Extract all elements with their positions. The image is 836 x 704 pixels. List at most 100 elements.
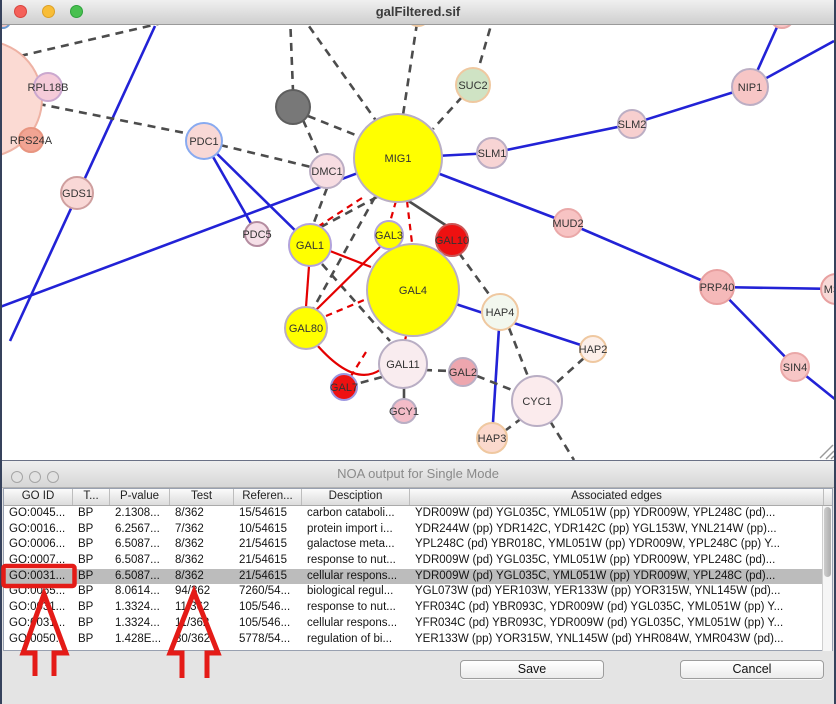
node-label: GCY1 [389,406,419,418]
table-row[interactable]: GO:0050...BP1.428E...80/3625778/54...reg… [4,632,832,648]
node-label: GAL3 [375,230,403,242]
node-label: SUC2 [458,80,487,92]
table-cell: 15/54615 [234,506,302,522]
table-cell: YFR034C (pd) YBR093C, YDR009W (pd) YGL03… [410,616,824,632]
table-cell: 94/362 [170,584,234,600]
node-label: RPS24A [10,135,53,147]
node-label: GAL10 [435,235,469,247]
node-label: GAL1 [296,240,324,252]
resize-grip-icon[interactable] [820,445,834,459]
table-cell: 8/362 [170,537,234,553]
table-cell: GO:0006... [4,537,73,553]
table-cell: galactose meta... [302,537,410,553]
table-cell: 21/54615 [234,537,302,553]
node-partial-pink-top[interactable] [770,25,794,28]
table-cell: BP [73,569,110,585]
node-label: PDC5 [242,229,271,241]
table-row[interactable]: GO:0031...BP1.3324...11/362105/546...cel… [4,616,832,632]
graph-edge [220,145,311,167]
node-label: SIN4 [783,362,807,374]
table-cell: protein import i... [302,522,410,538]
table-header-row: GO IDT...P-valueTestReferen...Desciption… [4,489,832,506]
table-cell: 6.5087... [110,537,170,553]
noa-window-titlebar[interactable]: NOA output for Single Mode [2,461,834,488]
node-label: HAP4 [486,307,515,319]
table-row[interactable]: GO:0031...BP1.3324...11/362105/546...res… [4,600,832,616]
table-cell: BP [73,616,110,632]
node-label: SLM2 [618,119,647,131]
table-cell: YFR034C (pd) YBR093C, YDR009W (pd) YGL03… [410,600,824,616]
table-row[interactable]: GO:0006...BP6.5087...8/36221/54615galact… [4,537,832,553]
node-partial-left-blue[interactable] [2,25,10,28]
table-body: GO:0045...BP2.1308...8/36215/54615carbon… [4,506,832,651]
table-cell: 10/54615 [234,522,302,538]
node-label: NIP1 [738,82,762,94]
graph-edge [459,253,491,297]
table-cell: 21/54615 [234,569,302,585]
table-cell: GO:0031... [4,600,73,616]
network-window-titlebar[interactable]: galFiltered.sif [2,0,834,25]
table-cell: 1.3324... [110,616,170,632]
column-header-p-value[interactable]: P-value [110,489,170,505]
table-cell: 8/362 [170,569,234,585]
table-cell: 6.2567... [110,522,170,538]
graph-edge [403,25,417,115]
table-row[interactable]: GO:0045...BP2.1308...8/36215/54615carbon… [4,506,832,522]
column-header-referen[interactable]: Referen... [234,489,302,505]
table-cell: 80/362 [170,632,234,648]
node-label: PRP40 [700,282,735,294]
table-cell: 5778/54... [234,632,302,648]
table-cell: BP [73,600,110,616]
table-cell: BP [73,537,110,553]
column-header-associated-edges[interactable]: Associated edges [410,489,824,505]
column-header-test[interactable]: Test [170,489,234,505]
table-cell: 8.0614... [110,584,170,600]
table-cell: 105/546... [234,616,302,632]
node-label: HAP2 [579,344,608,356]
node-label: SLM1 [478,148,507,160]
graph-edge [478,25,494,70]
table-cell: biological regul... [302,584,410,600]
graph-edge [303,120,319,156]
table-cell: GO:0031... [4,616,73,632]
cancel-button[interactable]: Cancel [680,660,824,679]
vertical-scrollbar[interactable] [822,506,832,651]
table-cell: cellular respons... [302,569,410,585]
table-cell: 11/362 [170,600,234,616]
table-row[interactable]: GO:0065...BP8.0614...94/3627260/54...bio… [4,584,832,600]
network-canvas[interactable]: RPL18BRPS24AGDS1PDC1MIG1SUC2DMC1SLM1SLM2… [2,25,834,460]
table-cell: YGL073W (pd) YER103W, YER133W (pp) YOR31… [410,584,824,600]
graph-edge [550,421,574,460]
column-header-t[interactable]: T... [73,489,110,505]
graph-edge [390,201,396,222]
table-cell: response to nut... [302,553,410,569]
save-button[interactable]: Save [460,660,604,679]
graph-edge [433,97,462,129]
table-row[interactable]: GO:0031...BP6.5087...8/36221/54615cellul… [4,569,832,585]
table-row[interactable]: GO:0007...BP6.5087...8/36221/54615respon… [4,553,832,569]
noa-window-title: NOA output for Single Mode [2,466,834,481]
table-cell: GO:0050... [4,632,73,648]
node-label: GAL4 [399,285,427,297]
graph-edge [319,198,362,226]
node-partial-green-top[interactable] [406,25,430,26]
table-cell: BP [73,584,110,600]
network-window: galFiltered.sif RPL18BRPS24AGDS1PDC1MIG1… [2,0,834,461]
table-cell: GO:0065... [4,584,73,600]
table-cell: carbon cataboli... [302,506,410,522]
graph-edge [319,197,377,228]
table-cell: YDR009W (pd) YGL035C, YML051W (pp) YDR00… [410,506,824,522]
node-unlabeled-gray[interactable] [276,90,310,124]
table-cell: 7/362 [170,522,234,538]
table-cell: regulation of bi... [302,632,410,648]
node-label: GAL80 [289,323,323,335]
column-header-desciption[interactable]: Desciption [302,489,410,505]
graph-edge [308,116,358,136]
scrollbar-thumb[interactable] [824,507,831,577]
table-row[interactable]: GO:0016...BP6.2567...7/36210/54615protei… [4,522,832,538]
graph-edge [313,188,327,225]
table-cell: 1.3324... [110,600,170,616]
graph-edge [301,25,377,122]
table-cell: 2.1308... [110,506,170,522]
column-header-go-id[interactable]: GO ID [4,489,73,505]
